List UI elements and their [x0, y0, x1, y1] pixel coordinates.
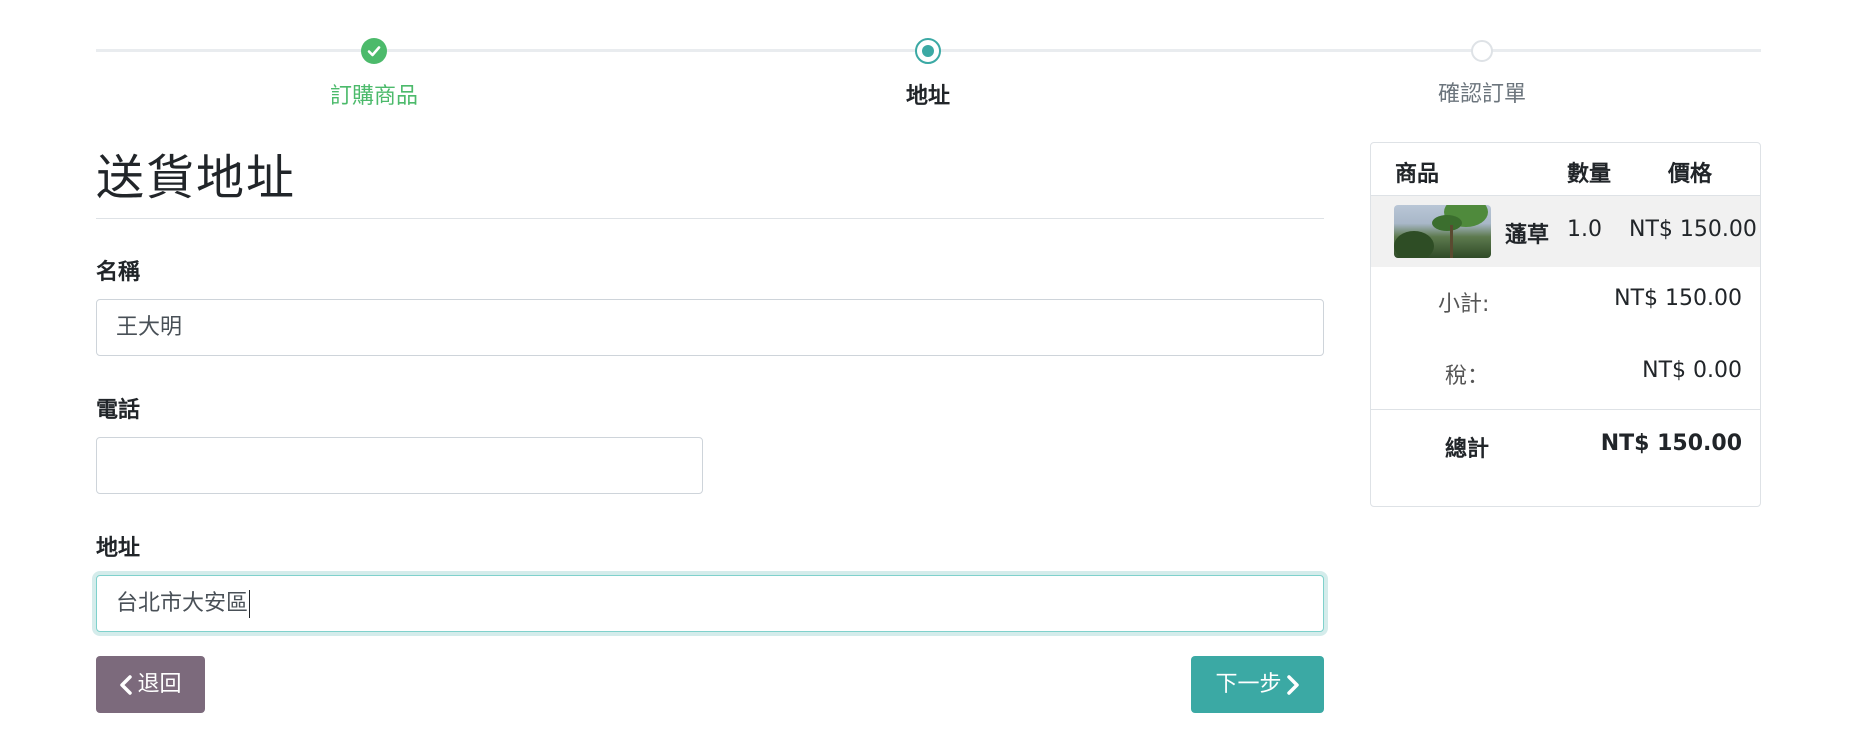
step-address: 地址: [828, 38, 1028, 110]
active-step-dot-icon: [915, 38, 941, 64]
text-caret: [249, 590, 251, 618]
step-label: 訂購商品: [329, 84, 418, 109]
name-label: 名稱: [96, 260, 141, 285]
step-label: 地址: [905, 84, 950, 109]
summary-divider: [1371, 409, 1760, 410]
page-title: 送貨地址: [96, 150, 297, 206]
pending-step-dot-icon: [1471, 40, 1493, 62]
chevron-left-icon: [120, 674, 133, 695]
next-button-label: 下一步: [1215, 672, 1282, 697]
total-label: 總計: [1445, 437, 1490, 462]
summary-header: 商品 數量 價格: [1371, 143, 1760, 196]
step-confirm-order: 確認訂單: [1382, 38, 1582, 108]
product-name[interactable]: 蓪草: [1505, 217, 1549, 249]
shipping-address-form: 送貨地址 名稱 王大明 電話 地址 台北市大安區 退回 下一步: [96, 140, 1324, 713]
back-button-label: 退回: [137, 672, 182, 697]
title-divider: [96, 218, 1324, 219]
chevron-right-icon: [1286, 674, 1299, 695]
address-label: 地址: [96, 536, 141, 561]
checkout-progress: 訂購商品 地址 確認訂單: [96, 30, 1761, 110]
product-image[interactable]: [1394, 205, 1491, 258]
phone-field[interactable]: [96, 437, 703, 494]
step-order-items[interactable]: 訂購商品: [274, 38, 474, 110]
phone-label: 電話: [96, 398, 141, 423]
header-product: 商品: [1395, 162, 1440, 187]
header-price: 價格: [1668, 162, 1713, 187]
order-summary: 商品 數量 價格 蓪草 1.0 NT$ 150.00 小計: NT$ 150.0…: [1370, 142, 1761, 507]
subtotal-label: 小計:: [1438, 292, 1490, 317]
tax-label: 稅：: [1445, 364, 1490, 389]
next-button[interactable]: 下一步: [1191, 656, 1324, 713]
product-price: NT$ 150.00: [1629, 217, 1757, 242]
address-value: 台北市大安區: [116, 591, 249, 616]
tax-value: NT$ 0.00: [1642, 358, 1742, 383]
total-value: NT$ 150.00: [1600, 431, 1742, 456]
header-quantity: 數量: [1567, 162, 1612, 187]
product-quantity: 1.0: [1567, 217, 1602, 242]
back-button[interactable]: 退回: [96, 656, 205, 713]
address-field[interactable]: 台北市大安區: [96, 575, 1324, 632]
check-icon: [361, 38, 387, 64]
subtotal-value: NT$ 150.00: [1614, 286, 1742, 311]
name-field[interactable]: 王大明: [96, 299, 1324, 356]
step-label: 確認訂單: [1437, 82, 1526, 107]
cart-line: 蓪草 1.0 NT$ 150.00: [1371, 196, 1760, 267]
